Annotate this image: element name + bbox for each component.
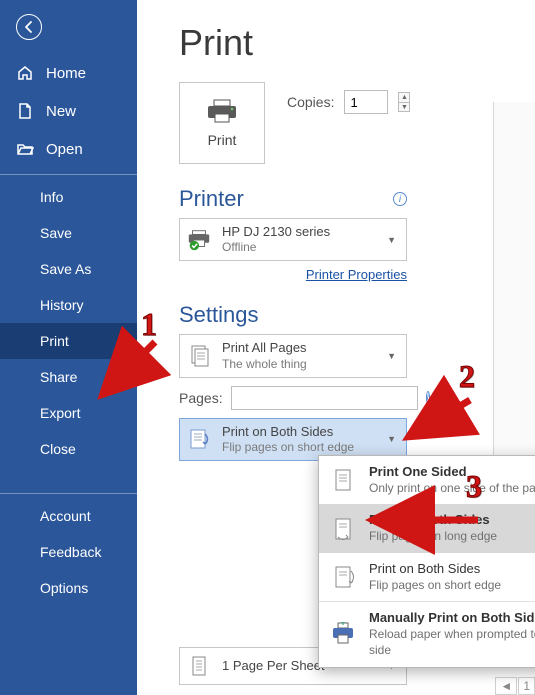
printer-combo-text: HP DJ 2130 series Offline	[222, 224, 373, 255]
print-backstage: Print Print Copies: ▲ ▼	[137, 0, 535, 695]
sidebar-label-open: Open	[46, 141, 83, 158]
printer-status-icon	[186, 227, 212, 253]
pages-icon	[186, 343, 212, 369]
print-button[interactable]: Print	[179, 82, 265, 164]
sidebar-item-account[interactable]: Account	[0, 498, 137, 534]
printer-properties-link[interactable]: Printer Properties	[179, 267, 407, 282]
sheet-icon	[186, 653, 212, 679]
page-nav-prev[interactable]: ◄	[495, 677, 517, 695]
sidebar-item-saveas[interactable]: Save As	[0, 251, 137, 287]
copies-spin-down[interactable]: ▼	[398, 102, 410, 112]
page-single-icon	[329, 466, 357, 494]
info-icon[interactable]: i	[426, 391, 430, 405]
duplex-option-one-sided[interactable]: Print One Sided Only print on one side o…	[319, 456, 535, 504]
printer-manual-icon	[329, 620, 357, 648]
sidebar-label-home: Home	[46, 65, 86, 82]
page-nav: ◄ 1	[495, 677, 535, 695]
duplex-icon	[186, 426, 212, 452]
printer-section-header: Printer i	[179, 186, 407, 212]
sidebar-item-save[interactable]: Save	[0, 215, 137, 251]
sidebar-item-share[interactable]: Share	[0, 359, 137, 395]
copies-group: Copies: ▲ ▼	[287, 90, 410, 114]
chevron-down-icon: ▼	[383, 351, 400, 361]
duplex-dropdown: Print One Sided Only print on one side o…	[318, 455, 535, 668]
document-icon	[16, 102, 34, 120]
folder-open-icon	[16, 140, 34, 158]
copies-label: Copies:	[287, 94, 334, 110]
sidebar-item-info[interactable]: Info	[0, 179, 137, 215]
settings-section-header: Settings	[179, 302, 407, 328]
sidebar-divider	[0, 493, 137, 494]
sidebar-item-print[interactable]: Print	[0, 323, 137, 359]
page-flip-long-icon	[329, 515, 357, 543]
sidebar-item-history[interactable]: History	[0, 287, 137, 323]
page-title: Print	[179, 22, 535, 64]
chevron-down-icon: ▼	[383, 434, 400, 444]
copies-spin-up[interactable]: ▲	[398, 92, 410, 102]
chevron-down-icon: ▼	[383, 235, 400, 245]
printer-icon	[205, 99, 239, 126]
pages-input[interactable]	[231, 386, 418, 410]
printer-combo[interactable]: HP DJ 2130 series Offline ▼	[179, 218, 407, 261]
backstage-sidebar: Home New Open Info Save Save As History …	[0, 0, 137, 695]
sidebar-item-home[interactable]: Home	[0, 54, 137, 92]
sidebar-item-export[interactable]: Export	[0, 395, 137, 431]
sidebar-divider	[0, 174, 137, 175]
sidebar-item-new[interactable]: New	[0, 92, 137, 130]
back-button[interactable]	[16, 14, 42, 40]
pages-label: Pages:	[179, 390, 223, 406]
sidebar-item-open[interactable]: Open	[0, 130, 137, 168]
page-nav-number[interactable]: 1	[518, 677, 535, 695]
sidebar-item-feedback[interactable]: Feedback	[0, 534, 137, 570]
back-area	[0, 0, 137, 54]
page-flip-short-icon	[329, 563, 357, 591]
duplex-option-manual[interactable]: Manually Print on Both Sides Reload pape…	[319, 602, 535, 666]
duplex-option-short-edge[interactable]: Print on Both Sides Flip pages on short …	[319, 553, 535, 601]
sidebar-label-new: New	[46, 103, 76, 120]
sidebar-item-options[interactable]: Options	[0, 570, 137, 606]
copies-spinner: ▲ ▼	[398, 92, 410, 112]
duplex-option-long-edge[interactable]: Print on Both Sides Flip pages on long e…	[319, 504, 535, 552]
print-range-combo[interactable]: Print All Pages The whole thing ▼	[179, 334, 407, 377]
info-icon[interactable]: i	[393, 192, 407, 206]
sidebar-item-close[interactable]: Close	[0, 431, 137, 467]
print-button-label: Print	[208, 132, 237, 148]
copies-input[interactable]	[344, 90, 388, 114]
home-icon	[16, 64, 34, 82]
